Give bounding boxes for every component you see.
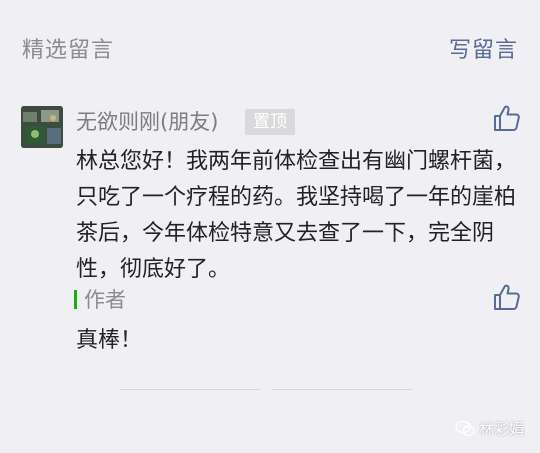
- reply-indicator-bar: [74, 290, 77, 309]
- comments-header: 精选留言 写留言: [0, 0, 540, 90]
- thumbs-up-icon: [494, 284, 520, 310]
- section-title: 精选留言: [22, 38, 115, 63]
- thumbs-up-icon: [494, 105, 520, 131]
- watermark: 林彩娟: [455, 418, 524, 439]
- comment-like-button[interactable]: [492, 103, 522, 133]
- avatar-image: [21, 106, 63, 148]
- write-comment-link[interactable]: 写留言: [449, 32, 518, 64]
- comment-text: 林总您好！我两年前体检查出有幽门螺杆菌，只吃了一个疗程的药。我坚持喝了一年的崖柏…: [76, 149, 517, 282]
- commenter-nickname[interactable]: 无欲则刚(朋友): [76, 106, 218, 136]
- footer-divider: [272, 389, 412, 390]
- avatar[interactable]: [21, 106, 63, 148]
- watermark-text: 林彩娟: [478, 420, 524, 438]
- reply-author: 作者: [84, 288, 126, 312]
- footer-divider: [120, 389, 260, 390]
- pinned-badge: 置顶: [245, 109, 295, 135]
- reply-like-button[interactable]: [492, 282, 522, 312]
- reply-text: 真棒！: [76, 328, 143, 353]
- wechat-icon: [455, 420, 475, 437]
